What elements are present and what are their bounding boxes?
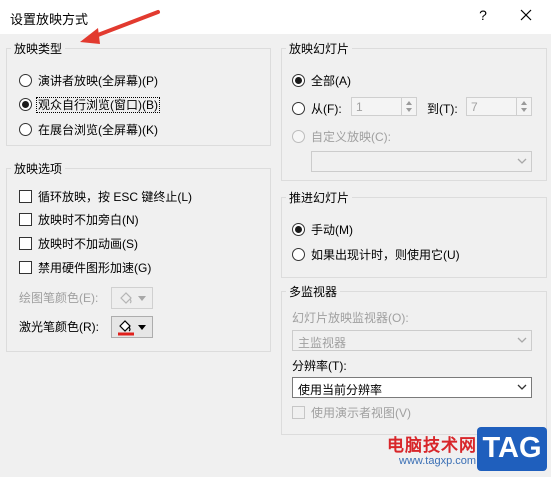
advance-legend: 推进幻灯片 (289, 191, 350, 205)
watermark-url: www.tagxp.com (399, 455, 477, 467)
chevron-down-icon (517, 158, 527, 164)
to-slide-stepper: 7 (466, 97, 532, 116)
pen-color-button (111, 287, 153, 309)
pen-color-label: 绘图笔颜色(E): (19, 291, 99, 305)
stepper-arrows-icon (401, 98, 416, 115)
radio-browsed-window[interactable] (19, 98, 32, 111)
checkbox-no-narration[interactable] (19, 213, 32, 226)
checkbox-loop[interactable] (19, 190, 32, 203)
close-icon[interactable] (516, 5, 536, 25)
from-slide-value: 1 (356, 100, 363, 114)
monitors-legend: 多监视器 (289, 285, 338, 299)
radio-use-timings[interactable] (292, 248, 305, 261)
show-type-legend: 放映类型 (14, 42, 63, 56)
checkbox-presenter-view-label: 使用演示者视图(V) (311, 406, 411, 420)
laser-color-button[interactable] (111, 316, 153, 338)
radio-from-slide[interactable] (292, 102, 305, 115)
checkbox-presenter-view (292, 406, 305, 419)
show-options-legend: 放映选项 (14, 162, 63, 176)
watermark-tag-logo: TAG (477, 427, 547, 471)
radio-presenter-label[interactable]: 演讲者放映(全屏幕)(P) (38, 74, 158, 88)
checkbox-disable-hw-accel[interactable] (19, 261, 32, 274)
stepper-arrows-icon (516, 98, 531, 115)
radio-presenter[interactable] (19, 74, 32, 87)
chevron-down-icon (517, 337, 527, 343)
chevron-down-icon (138, 296, 146, 301)
watermark-site-name: 电脑技术网 (387, 436, 477, 455)
chevron-down-icon (138, 325, 146, 330)
radio-browsed-window-label[interactable]: 观众自行浏览(窗口)(B) (36, 97, 160, 113)
radio-all-slides[interactable] (292, 74, 305, 87)
radio-all-slides-label[interactable]: 全部(A) (311, 74, 351, 88)
radio-from-slide-label[interactable]: 从(F): (311, 102, 342, 116)
radio-custom-show-label: 自定义放映(C): (311, 130, 391, 144)
slideshow-monitor-label: 幻灯片放映监视器(O): (292, 311, 409, 325)
slideshow-monitor-value: 主监视器 (298, 336, 347, 350)
checkbox-no-animation[interactable] (19, 237, 32, 250)
checkbox-no-narration-label[interactable]: 放映时不加旁白(N) (38, 213, 139, 227)
help-button[interactable]: ? (476, 7, 490, 25)
slideshow-monitor-select: 主监视器 (292, 330, 532, 351)
radio-manual-label[interactable]: 手动(M) (311, 223, 353, 237)
resolution-label: 分辨率(T): (292, 359, 347, 373)
paint-bucket-icon (118, 320, 134, 336)
slides-legend: 放映幻灯片 (289, 42, 350, 56)
custom-show-select (311, 151, 532, 172)
radio-custom-show (292, 130, 305, 143)
resolution-select[interactable]: 使用当前分辨率 (292, 377, 532, 398)
resolution-value: 使用当前分辨率 (298, 383, 383, 397)
paint-bucket-icon (120, 292, 132, 304)
checkbox-no-animation-label[interactable]: 放映时不加动画(S) (38, 237, 138, 251)
chevron-down-icon (517, 384, 527, 390)
radio-manual[interactable] (292, 223, 305, 236)
radio-use-timings-label[interactable]: 如果出现计时，则使用它(U) (311, 248, 460, 262)
laser-color-label: 激光笔颜色(R): (19, 320, 99, 334)
radio-kiosk-label[interactable]: 在展台浏览(全屏幕)(K) (38, 123, 158, 137)
to-slide-label: 到(T): (427, 102, 458, 116)
checkbox-disable-hw-accel-label[interactable]: 禁用硬件图形加速(G) (38, 261, 151, 275)
checkbox-loop-label[interactable]: 循环放映，按 ESC 键终止(L) (38, 190, 192, 204)
from-slide-stepper: 1 (351, 97, 417, 116)
to-slide-value: 7 (471, 100, 478, 114)
watermark-tag-text: TAG (482, 432, 542, 464)
radio-kiosk[interactable] (19, 123, 32, 136)
